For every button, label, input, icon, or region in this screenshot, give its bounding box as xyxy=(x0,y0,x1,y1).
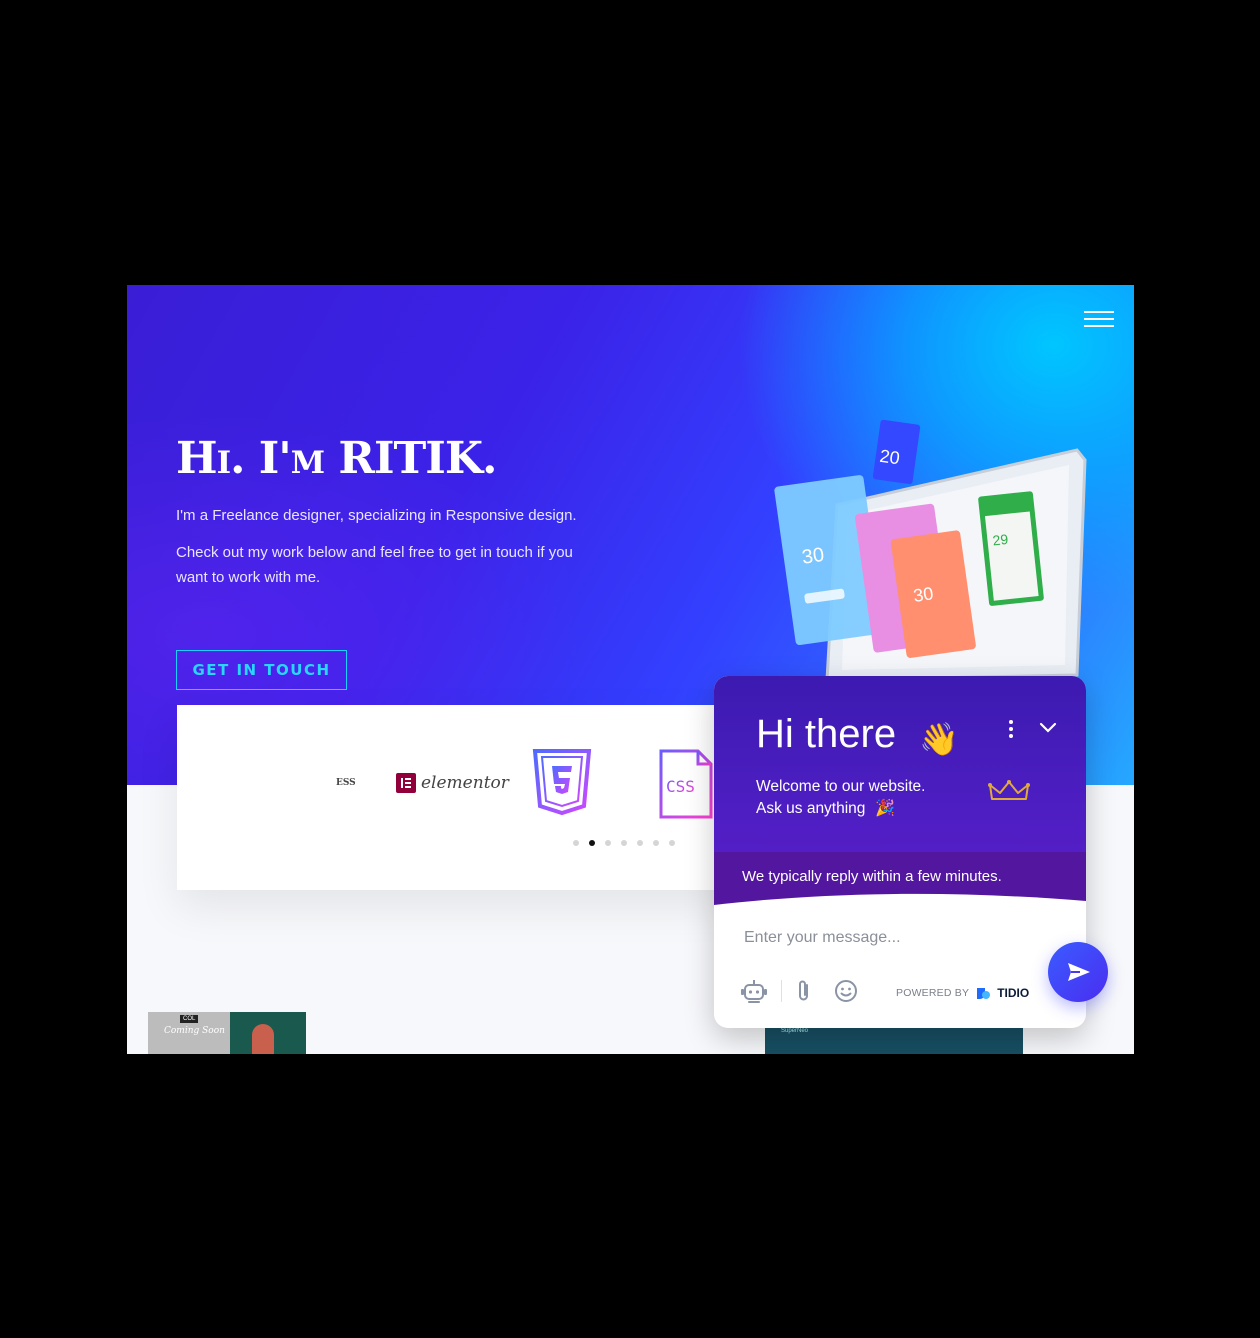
toolbar-divider xyxy=(781,980,782,1002)
carousel-dots xyxy=(573,840,675,846)
chat-welcome-text: Welcome to our website. xyxy=(756,778,926,795)
technology-logos-carousel: ESS elementor CSS xyxy=(177,705,737,890)
header-wave-divider xyxy=(714,893,1086,907)
svg-text:CSS: CSS xyxy=(666,777,695,796)
chat-widget: Hi there 👋 Welcome to our website. Ask u… xyxy=(714,676,1086,1028)
elementor-icon xyxy=(396,773,416,793)
carousel-dot[interactable] xyxy=(621,840,627,846)
powered-by-tidio-link[interactable]: POWERED BY TIDIO xyxy=(896,986,1029,1000)
carousel-dot[interactable] xyxy=(637,840,643,846)
svg-text:30: 30 xyxy=(912,583,935,606)
html5-icon xyxy=(532,749,592,816)
send-icon xyxy=(1068,963,1090,981)
waving-hand-icon: 👋 xyxy=(919,721,959,757)
portfolio-thumbnail[interactable]: COL Coming Soon xyxy=(148,1012,306,1054)
carousel-dot[interactable] xyxy=(573,840,579,846)
svg-text:30: 30 xyxy=(800,544,825,569)
carousel-dot[interactable] xyxy=(653,840,659,846)
portrait-image xyxy=(252,1024,274,1054)
send-message-button[interactable] xyxy=(1048,942,1108,1002)
carousel-dot[interactable] xyxy=(669,840,675,846)
carousel-dot[interactable] xyxy=(589,840,595,846)
party-popper-icon: 🎉 xyxy=(875,800,895,817)
ess-logo: ESS xyxy=(336,778,356,788)
crown-icon xyxy=(988,780,1030,800)
chat-message-input[interactable] xyxy=(742,928,1006,948)
emoji-icon[interactable] xyxy=(833,978,859,1004)
more-options-icon[interactable] xyxy=(1004,720,1018,742)
hero-subtitle: I'm a Freelance designer, specializing i… xyxy=(176,507,577,524)
chat-ask-text: Ask us anything xyxy=(756,800,866,817)
svg-text:20: 20 xyxy=(878,446,901,469)
laptop-pricing-illustration: 30 30 29 20 xyxy=(747,419,1087,693)
tidio-logo-icon xyxy=(977,988,991,999)
chat-title: Hi there xyxy=(756,712,897,756)
hero-title: Hi. I'm RITIK. xyxy=(176,433,497,484)
elementor-logo: elementor xyxy=(396,772,509,794)
hamburger-menu-icon[interactable] xyxy=(1084,311,1114,327)
svg-text:29: 29 xyxy=(992,531,1009,549)
carousel-dot[interactable] xyxy=(605,840,611,846)
attachment-icon[interactable] xyxy=(795,978,813,1004)
chevron-down-icon[interactable] xyxy=(1038,721,1058,735)
chat-header: Hi there 👋 Welcome to our website. Ask u… xyxy=(714,676,1086,907)
hero-text: Check out my work below and feel free to… xyxy=(176,544,573,586)
bot-icon[interactable] xyxy=(740,978,768,1004)
reply-time-text: We typically reply within a few minutes. xyxy=(742,868,1002,885)
get-in-touch-button[interactable]: GET IN TOUCH xyxy=(176,650,347,690)
portfolio-thumbnail[interactable]: SuperNeo xyxy=(765,1026,1023,1054)
css-icon: CSS xyxy=(659,749,713,819)
chat-toolbar xyxy=(740,978,859,1004)
